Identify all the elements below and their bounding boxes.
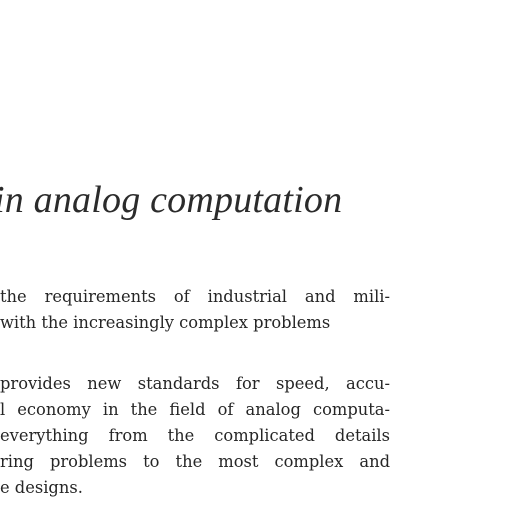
text-line: ring problems to the most complex and — [0, 452, 390, 471]
page-title: in analog computation — [0, 179, 343, 221]
text-line: e designs. — [0, 478, 83, 497]
text-line: everything from the complicated details — [0, 426, 390, 445]
text-line: provides new standards for speed, accu- — [0, 374, 390, 393]
text-line: with the increasingly complex problems — [0, 313, 331, 332]
text-line: l economy in the field of analog computa… — [0, 400, 390, 419]
paragraph-2: provides new standards for speed, accu- … — [0, 371, 390, 501]
text-line: the requirements of industrial and mili- — [0, 287, 390, 306]
paragraph-1: the requirements of industrial and mili-… — [0, 284, 390, 336]
